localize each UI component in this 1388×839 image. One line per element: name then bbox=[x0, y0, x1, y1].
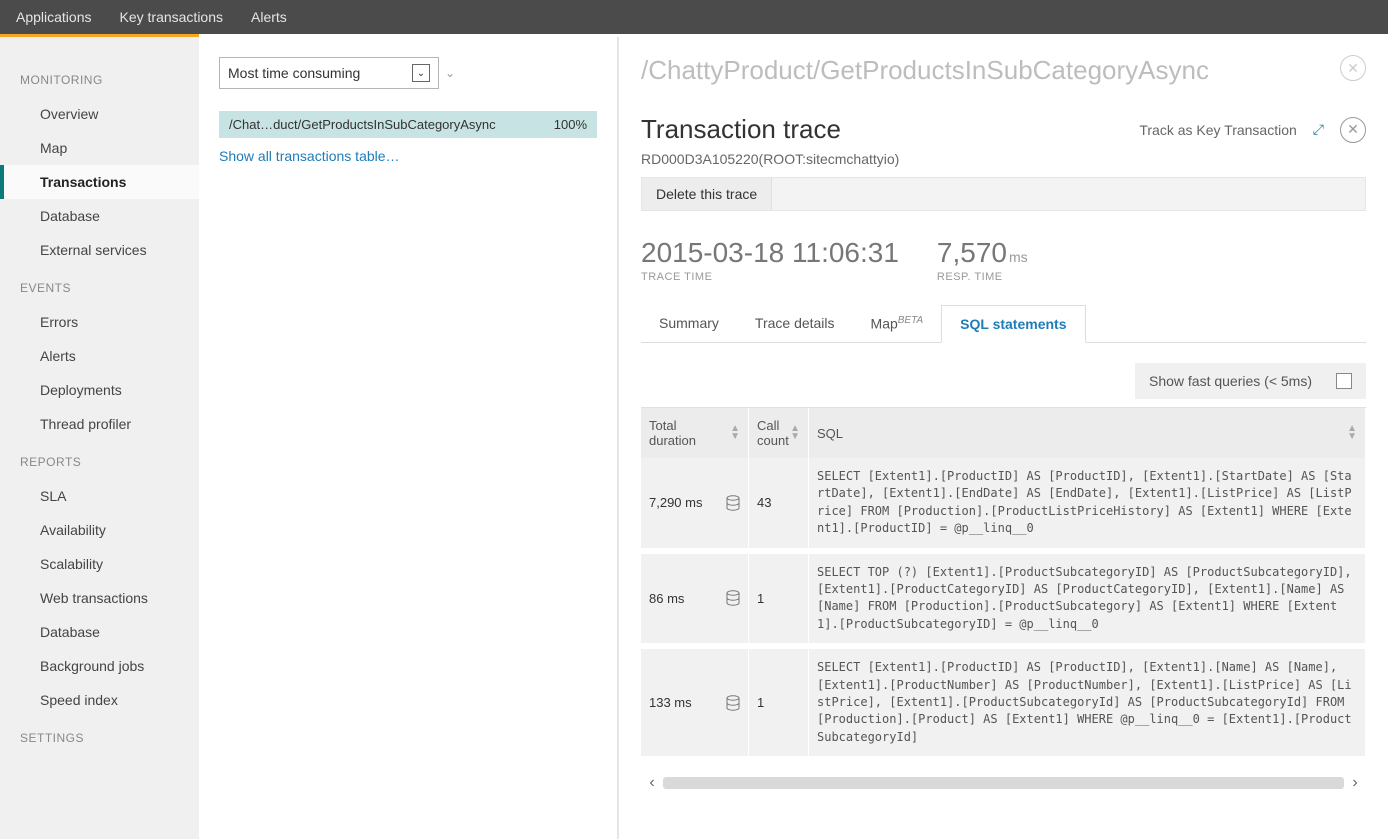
col-header-sql[interactable]: SQL ▲▼ bbox=[809, 408, 1366, 458]
chevron-down-icon: ⌄ bbox=[412, 64, 430, 82]
trace-host: RD000D3A105220(ROOT:sitecmchattyio) bbox=[641, 151, 1366, 167]
sql-table: Total duration ▲▼ Call count ▲▼ SQL ▲▼ 7… bbox=[641, 407, 1366, 762]
delete-trace-button[interactable]: Delete this trace bbox=[642, 178, 772, 210]
sidebar-item-speed-index[interactable]: Speed index bbox=[0, 683, 199, 717]
sidebar-item-report-database[interactable]: Database bbox=[0, 615, 199, 649]
detail-panel: /ChattyProduct/GetProductsInSubCategoryA… bbox=[619, 37, 1388, 839]
tab-sql-statements[interactable]: SQL statements bbox=[941, 305, 1085, 343]
sidebar-heading-settings: SETTINGS bbox=[0, 717, 199, 755]
sidebar-item-thread-profiler[interactable]: Thread profiler bbox=[0, 407, 199, 441]
chevron-down-icon[interactable]: ⌄ bbox=[445, 66, 455, 80]
sidebar-heading-reports: REPORTS bbox=[0, 441, 199, 479]
transaction-row[interactable]: /Chat…duct/GetProductsInSubCategoryAsync… bbox=[219, 111, 597, 138]
fast-queries-label: Show fast queries (< 5ms) bbox=[1149, 373, 1312, 389]
sidebar-item-alerts[interactable]: Alerts bbox=[0, 339, 199, 373]
sidebar-item-scalability[interactable]: Scalability bbox=[0, 547, 199, 581]
pager-next-icon[interactable]: › bbox=[1344, 774, 1366, 792]
show-all-transactions-link[interactable]: Show all transactions table… bbox=[219, 148, 597, 164]
sidebar: MONITORING Overview Map Transactions Dat… bbox=[0, 37, 199, 839]
sort-dropdown[interactable]: Most time consuming ⌄ bbox=[219, 57, 439, 89]
nav-applications[interactable]: Applications bbox=[16, 9, 92, 25]
sql-count: 43 bbox=[749, 458, 809, 548]
transaction-percent: 100% bbox=[554, 117, 587, 132]
pager: ‹ › bbox=[641, 774, 1366, 792]
sidebar-item-availability[interactable]: Availability bbox=[0, 513, 199, 547]
sql-row[interactable]: 133 ms 1 SELECT [Extent1].[ProductID] AS… bbox=[641, 649, 1366, 762]
sql-statement: SELECT [Extent1].[ProductID] AS [Product… bbox=[809, 458, 1366, 548]
close-trace-icon[interactable]: ✕ bbox=[1340, 117, 1366, 143]
sql-duration: 7,290 ms bbox=[641, 458, 749, 548]
sql-statement: SELECT [Extent1].[ProductID] AS [Product… bbox=[809, 649, 1366, 756]
sidebar-item-web-transactions[interactable]: Web transactions bbox=[0, 581, 199, 615]
sidebar-heading-events: EVENTS bbox=[0, 267, 199, 305]
database-icon bbox=[726, 495, 740, 511]
database-icon bbox=[726, 590, 740, 606]
track-key-transaction-link[interactable]: Track as Key Transaction bbox=[1139, 122, 1296, 138]
database-icon bbox=[726, 695, 740, 711]
center-column: Most time consuming ⌄ ⌄ /Chat…duct/GetPr… bbox=[199, 37, 619, 839]
nav-alerts[interactable]: Alerts bbox=[251, 9, 287, 25]
sql-count: 1 bbox=[749, 554, 809, 644]
sidebar-item-database[interactable]: Database bbox=[0, 199, 199, 233]
tab-summary[interactable]: Summary bbox=[641, 305, 737, 342]
tab-map[interactable]: MapBETA bbox=[853, 305, 942, 342]
sidebar-item-overview[interactable]: Overview bbox=[0, 97, 199, 131]
sort-icon: ▲▼ bbox=[730, 425, 740, 441]
breadcrumb-title: /ChattyProduct/GetProductsInSubCategoryA… bbox=[641, 55, 1209, 86]
resp-time-label: RESP. TIME bbox=[937, 271, 1028, 283]
trace-title: Transaction trace bbox=[641, 114, 841, 145]
sidebar-heading-monitoring: MONITORING bbox=[0, 59, 199, 97]
tab-trace-details[interactable]: Trace details bbox=[737, 305, 853, 342]
pager-scrollbar[interactable] bbox=[663, 777, 1344, 789]
sidebar-item-errors[interactable]: Errors bbox=[0, 305, 199, 339]
col-header-count[interactable]: Call count ▲▼ bbox=[749, 408, 809, 458]
nav-key-transactions[interactable]: Key transactions bbox=[120, 9, 224, 25]
sidebar-item-background-jobs[interactable]: Background jobs bbox=[0, 649, 199, 683]
sql-duration: 133 ms bbox=[641, 649, 749, 756]
trace-time-value: 2015-03-18 11:06:31 bbox=[641, 237, 899, 269]
sql-count: 1 bbox=[749, 649, 809, 756]
sql-row[interactable]: 7,290 ms 43 SELECT [Extent1].[ProductID]… bbox=[641, 458, 1366, 554]
top-nav: Applications Key transactions Alerts bbox=[0, 0, 1388, 34]
fast-queries-toggle[interactable]: Show fast queries (< 5ms) bbox=[1135, 363, 1366, 399]
sort-icon: ▲▼ bbox=[1347, 425, 1357, 441]
sql-row[interactable]: 86 ms 1 SELECT TOP (?) [Extent1].[Produc… bbox=[641, 554, 1366, 650]
close-icon[interactable]: ✕ bbox=[1340, 55, 1366, 81]
sidebar-item-deployments[interactable]: Deployments bbox=[0, 373, 199, 407]
sort-dropdown-label: Most time consuming bbox=[228, 65, 360, 81]
sidebar-item-map[interactable]: Map bbox=[0, 131, 199, 165]
trace-time-label: TRACE TIME bbox=[641, 271, 899, 283]
delete-trace-bar: Delete this trace bbox=[641, 177, 1366, 211]
sql-duration: 86 ms bbox=[641, 554, 749, 644]
sql-statement: SELECT TOP (?) [Extent1].[ProductSubcate… bbox=[809, 554, 1366, 644]
fast-queries-checkbox[interactable] bbox=[1336, 373, 1352, 389]
resp-time-value: 7,570ms bbox=[937, 237, 1028, 269]
beta-badge: BETA bbox=[898, 315, 923, 326]
trace-tabs: Summary Trace details MapBETA SQL statem… bbox=[641, 305, 1366, 343]
expand-icon[interactable]: ⤢ bbox=[1313, 121, 1324, 138]
col-header-duration[interactable]: Total duration ▲▼ bbox=[641, 408, 749, 458]
sort-icon: ▲▼ bbox=[790, 425, 800, 441]
transaction-name: /Chat…duct/GetProductsInSubCategoryAsync bbox=[229, 117, 496, 132]
sidebar-item-transactions[interactable]: Transactions bbox=[0, 165, 199, 199]
pager-prev-icon[interactable]: ‹ bbox=[641, 774, 663, 792]
sidebar-item-sla[interactable]: SLA bbox=[0, 479, 199, 513]
sidebar-item-external-services[interactable]: External services bbox=[0, 233, 199, 267]
